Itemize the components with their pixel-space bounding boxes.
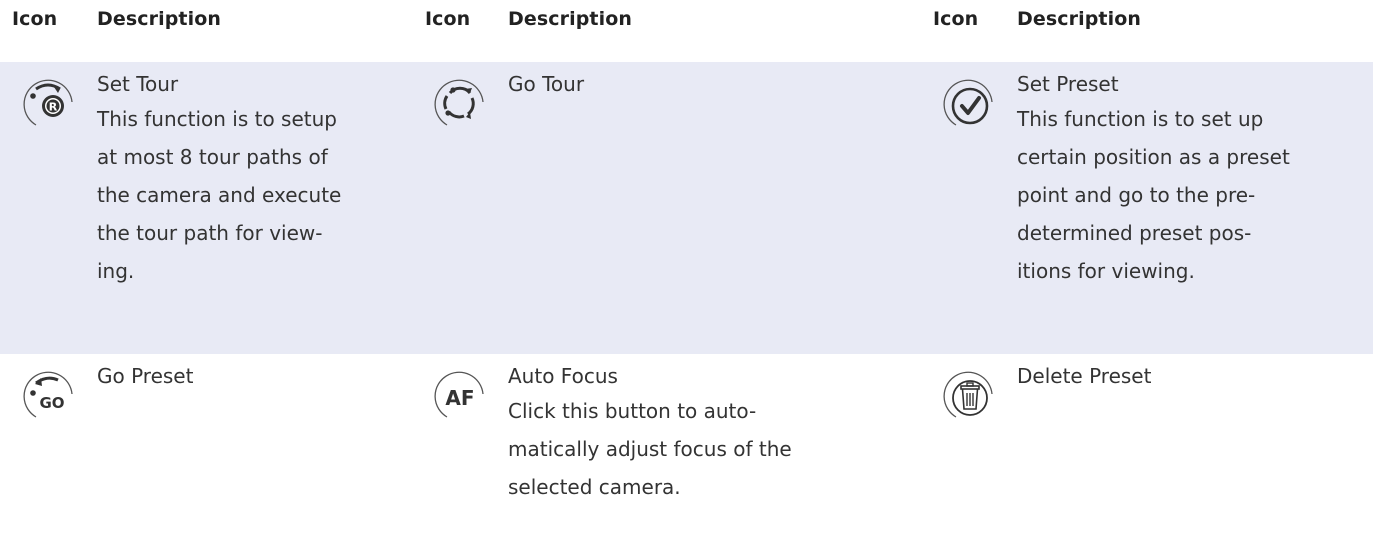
go-tour-title: Go Tour [508,72,585,96]
go-preset-title: Go Preset [97,364,194,388]
set-tour-line: at most 8 tour paths of [97,145,328,169]
set-preset-line: certain position as a preset [1017,145,1290,169]
header-description-2: Description [508,8,632,30]
set-preset-line: determined preset pos- [1017,221,1252,245]
set-preset-line: point and go to the pre- [1017,183,1256,207]
header-icon-3: Icon [933,8,979,30]
set-tour-line: ing. [97,259,135,283]
go-preset-description: Go Preset [97,360,407,392]
go-tour-description: Go Tour [508,68,888,100]
delete-preset-description: Delete Preset [1017,360,1367,392]
set-tour-title: Set Tour [97,72,179,96]
header-description-3: Description [1017,8,1141,30]
set-preset-line: This function is to set up [1017,107,1264,131]
auto-focus-line: selected camera. [508,475,681,499]
set-tour-line: the tour path for view- [97,221,323,245]
delete-preset-title: Delete Preset [1017,364,1152,388]
set-preset-line: itions for viewing. [1017,259,1195,283]
set-preset-title: Set Preset [1017,72,1119,96]
auto-focus-title: Auto Focus [508,364,618,388]
go-preset-icon: GO [22,368,73,418]
auto-focus-af-glyph: AF [445,386,474,410]
table-row: GO Go Preset AF Auto Focus Click this bu… [0,354,1373,546]
delete-preset-icon [942,368,993,418]
set-preset-description: Set Preset This function is to set up ce… [1017,68,1367,290]
set-preset-icon [942,76,993,126]
auto-focus-icon: AF [433,368,484,418]
set-tour-line: the camera and execute [97,183,342,207]
auto-focus-description: Auto Focus Click this button to auto- ma… [508,360,888,506]
header-description-1: Description [97,8,221,30]
set-tour-description: Set Tour This function is to setup at mo… [97,68,407,290]
auto-focus-line: Click this button to auto- [508,399,757,423]
go-tour-icon [433,76,484,126]
header-icon-2: Icon [425,8,471,30]
icon-description-table: Icon Description Icon Description Icon D… [0,0,1373,546]
table-row: R Set Tour This function is to setup at … [0,62,1373,354]
set-tour-r-glyph: R [49,101,58,114]
table-header: Icon Description Icon Description Icon D… [0,0,1373,62]
header-icon-1: Icon [12,8,58,30]
set-tour-line: This function is to setup [97,107,337,131]
set-tour-icon: R [22,76,73,126]
go-preset-go-glyph: GO [39,394,64,412]
auto-focus-line: matically adjust focus of the [508,437,792,461]
